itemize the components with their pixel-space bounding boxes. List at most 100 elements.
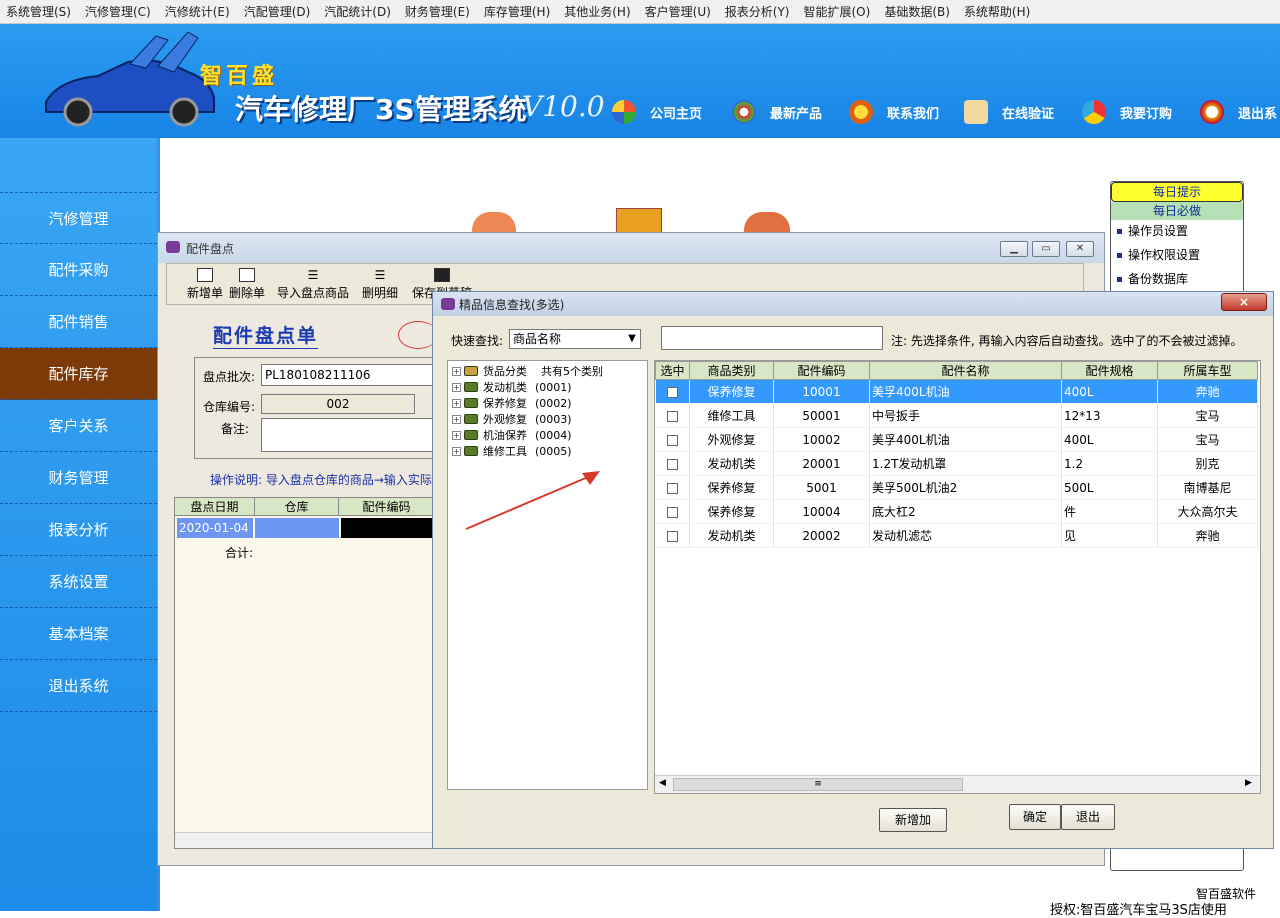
sidebar-item-reports[interactable]: 报表分析 [0,504,157,556]
tree-node-tools[interactable]: + 维修工具 (0005) [452,443,572,459]
tree-root[interactable]: + 货品分类 共有5个类别 [452,363,603,379]
row-date-cell[interactable]: 2020-01-04 [177,518,253,538]
nav-contact-us[interactable]: 联系我们 [849,100,939,124]
expand-icon[interactable]: + [452,382,461,392]
sidebar-item-finance[interactable]: 财务管理 [0,452,157,504]
store-icon[interactable] [744,212,790,234]
col-category[interactable]: 商品类别 [689,361,774,380]
sidebar-item-stock[interactable]: 配件库存 [0,348,157,400]
select-checkbox[interactable] [666,530,678,542]
col-select[interactable]: 选中 [655,361,690,380]
scroll-thumb[interactable]: ≡ [673,778,963,791]
menu-basic-data[interactable]: 基础数据(B) [884,3,950,20]
select-checkbox[interactable] [666,458,678,470]
col-code[interactable]: 配件编码 [773,361,870,380]
batch-input[interactable]: PL180108211106 [261,364,435,386]
menu-help[interactable]: 系统帮助(H) [964,3,1030,20]
sidebar-item-repair[interactable]: 汽修管理 [0,192,157,244]
col-name[interactable]: 配件名称 [869,361,1062,380]
quick-search-input[interactable] [661,326,883,350]
checkbox[interactable] [655,451,690,476]
add-new-button[interactable]: 新增加 [879,808,947,832]
exit-button[interactable]: 退出 [1061,804,1115,830]
menu-other[interactable]: 其他业务(H) [564,3,630,20]
col-part-code[interactable]: 配件编码 [339,498,435,516]
tree-node-maintenance[interactable]: + 保养修复 (0002) [452,395,572,411]
minimize-button[interactable]: ▁ [1000,241,1028,257]
expand-icon[interactable]: + [452,446,461,456]
col-date[interactable]: 盘点日期 [175,498,255,516]
scroll-left-icon[interactable]: ◀ [659,778,666,788]
grid-hscrollbar[interactable]: ◀ ≡ ▶ [655,775,1260,793]
delete-detail-button[interactable]: ☰ 删明细 [362,268,398,301]
import-items-button[interactable]: ☰ 导入盘点商品 [277,268,349,301]
row-warehouse-cell[interactable] [255,518,339,538]
warehouse-input[interactable]: 002 [261,394,415,414]
maximize-button[interactable]: ▭ [1032,241,1060,257]
grid-hscrollbar[interactable] [175,832,433,848]
confirm-button[interactable]: 确定 [1009,804,1061,830]
table-row[interactable]: 维修工具 50001 中号扳手 12*13 宝马 [655,403,1258,428]
tip-operator-settings[interactable]: 操作员设置 [1117,222,1188,239]
table-row[interactable]: 发动机类 20002 发动机滤芯见奔驰 [655,523,1258,548]
sidebar-item-crm[interactable]: 客户关系 [0,400,157,452]
nav-company-home[interactable]: 公司主页 [612,100,702,124]
table-row[interactable]: 保养修复 10004 底大杠2 件大众高尔夫 [655,499,1258,524]
select-checkbox[interactable] [666,506,678,518]
menu-parts-stats[interactable]: 汽配统计(D) [324,3,391,20]
menu-system[interactable]: 系统管理(S) [6,3,71,20]
select-checkbox[interactable] [666,482,678,494]
sidebar-item-exit[interactable]: 退出系统 [0,660,157,712]
checkbox[interactable] [655,427,690,452]
dialog-close-button[interactable]: × [1221,293,1267,311]
col-model[interactable]: 所属车型 [1157,361,1258,380]
tree-node-exterior[interactable]: + 外观修复 (0003) [452,411,572,427]
delete-doc-button[interactable]: 删除单 [229,268,265,301]
expand-icon[interactable]: + [452,366,461,376]
table-row[interactable]: 保养修复 5001 美孚500L机油2 500L 南博基尼 [655,475,1258,500]
checkbox[interactable] [655,475,690,500]
table-row[interactable]: 保养修复 10001 美孚400L机油 400L 奔驰 [655,379,1258,404]
menu-customer[interactable]: 客户管理(U) [645,3,711,20]
tip-permission-settings[interactable]: 操作权限设置 [1117,246,1200,263]
house-icon[interactable] [472,212,516,234]
nav-order[interactable]: 我要订购 [1082,100,1172,124]
sidebar-item-settings[interactable]: 系统设置 [0,556,157,608]
menu-reports[interactable]: 报表分析(Y) [725,3,790,20]
sidebar-item-sales[interactable]: 配件销售 [0,296,157,348]
select-checkbox[interactable] [666,410,678,422]
col-warehouse[interactable]: 仓库 [255,498,339,516]
menu-repair-manage[interactable]: 汽修管理(C) [85,3,151,20]
tip-backup-database[interactable]: 备份数据库 [1117,270,1188,287]
menu-parts-manage[interactable]: 汽配管理(D) [244,3,311,20]
table-row[interactable]: 发动机类 20001 1.2T发动机罩 1.2 别克 [655,451,1258,476]
menu-stock[interactable]: 库存管理(H) [484,3,550,20]
sidebar-item-basic-files[interactable]: 基本档案 [0,608,157,660]
tree-node-engine[interactable]: + 发动机类 (0001) [452,379,572,395]
menu-finance[interactable]: 财务管理(E) [405,3,470,20]
table-row[interactable]: 外观修复 10002 美孚400L机油 400L 宝马 [655,427,1258,452]
col-spec[interactable]: 配件规格 [1061,361,1158,380]
nav-new-products[interactable]: 最新产品 [732,100,822,124]
expand-icon[interactable]: + [452,414,461,424]
row-code-cell[interactable] [341,518,435,538]
tree-node-oil[interactable]: + 机油保养 (0004) [452,427,572,443]
menu-smart[interactable]: 智能扩展(O) [804,3,871,20]
nav-exit[interactable]: 退出系 [1200,100,1277,124]
checkbox[interactable] [655,499,690,524]
new-doc-button[interactable]: 新增单 [187,268,223,301]
checkbox[interactable] [655,523,690,548]
scroll-right-icon[interactable]: ▶ [1245,778,1252,788]
sidebar-item-purchase[interactable]: 配件采购 [0,244,157,296]
nav-online-verify[interactable]: 在线验证 [964,100,1054,124]
window-close-button[interactable]: ✕ [1066,241,1094,257]
expand-icon[interactable]: + [452,430,461,440]
checkbox[interactable] [655,379,690,404]
remark-input[interactable] [261,418,437,452]
checkbox[interactable] [655,403,690,428]
quick-field-select[interactable]: 商品名称 [509,329,641,349]
truck-icon[interactable] [616,208,662,234]
chevron-down-icon[interactable]: ▼ [625,331,639,347]
select-checkbox[interactable] [666,386,678,398]
menu-repair-stats[interactable]: 汽修统计(E) [165,3,230,20]
